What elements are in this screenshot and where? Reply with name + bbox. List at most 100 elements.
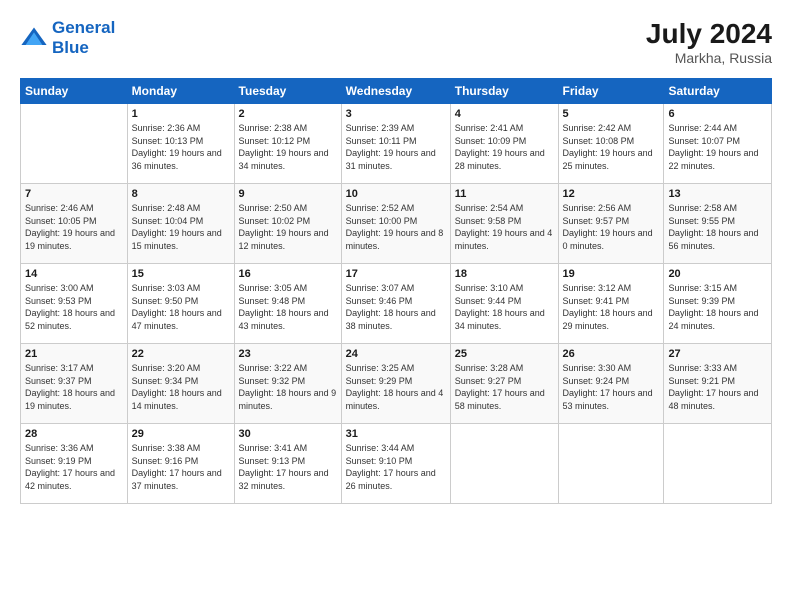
day-number: 2 — [239, 108, 337, 120]
day-number: 28 — [25, 428, 123, 440]
day-cell: 4Sunrise: 2:41 AMSunset: 10:09 PMDayligh… — [450, 104, 558, 184]
day-info: Sunrise: 3:44 AMSunset: 9:10 PMDaylight:… — [346, 442, 446, 492]
day-cell: 23 Sunrise: 3:22 AMSunset: 9:32 PMDayligh… — [234, 344, 341, 424]
day-cell: 31 Sunrise: 3:44 AMSunset: 9:10 PMDayligh… — [341, 424, 450, 504]
logo: General Blue — [20, 18, 115, 57]
day-info: Sunrise: 3:03 AMSunset: 9:50 PMDaylight:… — [132, 282, 230, 332]
title-block: July 2024 Markha, Russia — [646, 18, 772, 66]
day-info: Sunrise: 3:41 AMSunset: 9:13 PMDaylight:… — [239, 442, 337, 492]
day-cell: 26 Sunrise: 3:30 AMSunset: 9:24 PMDayligh… — [558, 344, 664, 424]
day-number: 26 — [563, 348, 660, 360]
day-cell: 29 Sunrise: 3:38 AMSunset: 9:16 PMDayligh… — [127, 424, 234, 504]
day-cell: 13 Sunrise: 2:58 AMSunset: 9:55 PMDayligh… — [664, 184, 772, 264]
day-cell: 28 Sunrise: 3:36 AMSunset: 9:19 PMDayligh… — [21, 424, 128, 504]
day-cell: 25 Sunrise: 3:28 AMSunset: 9:27 PMDayligh… — [450, 344, 558, 424]
day-info: Sunrise: 3:00 AMSunset: 9:53 PMDaylight:… — [25, 282, 123, 332]
week-row-5: 28 Sunrise: 3:36 AMSunset: 9:19 PMDayligh… — [21, 424, 772, 504]
day-info: Sunrise: 3:17 AMSunset: 9:37 PMDaylight:… — [25, 362, 123, 412]
day-info: Sunrise: 2:39 AMSunset: 10:11 PMDaylight… — [346, 122, 446, 172]
day-info: Sunrise: 3:33 AMSunset: 9:21 PMDaylight:… — [668, 362, 767, 412]
page: General Blue July 2024 Markha, Russia Su… — [0, 0, 792, 516]
day-info: Sunrise: 2:42 AMSunset: 10:08 PMDaylight… — [563, 122, 660, 172]
month-year: July 2024 — [646, 18, 772, 50]
week-row-4: 21 Sunrise: 3:17 AMSunset: 9:37 PMDayligh… — [21, 344, 772, 424]
day-number: 31 — [346, 428, 446, 440]
day-number: 1 — [132, 108, 230, 120]
day-cell — [558, 424, 664, 504]
day-cell: 10 Sunrise: 2:52 AMSunset: 10:00 PMDaylig… — [341, 184, 450, 264]
day-info: Sunrise: 3:10 AMSunset: 9:44 PMDaylight:… — [455, 282, 554, 332]
day-info: Sunrise: 2:38 AMSunset: 10:12 PMDaylight… — [239, 122, 337, 172]
logo-icon — [20, 24, 48, 52]
day-info: Sunrise: 3:38 AMSunset: 9:16 PMDaylight:… — [132, 442, 230, 492]
day-info: Sunrise: 3:22 AMSunset: 9:32 PMDaylight:… — [239, 362, 337, 412]
day-number: 9 — [239, 188, 337, 200]
day-number: 17 — [346, 268, 446, 280]
col-header-sunday: Sunday — [21, 79, 128, 104]
day-info: Sunrise: 2:46 AMSunset: 10:05 PMDaylight… — [25, 202, 123, 252]
day-cell: 19 Sunrise: 3:12 AMSunset: 9:41 PMDayligh… — [558, 264, 664, 344]
day-info: Sunrise: 3:05 AMSunset: 9:48 PMDaylight:… — [239, 282, 337, 332]
calendar-table: SundayMondayTuesdayWednesdayThursdayFrid… — [20, 78, 772, 504]
location: Markha, Russia — [646, 50, 772, 66]
logo-text: General Blue — [52, 18, 115, 57]
day-info: Sunrise: 2:44 AMSunset: 10:07 PMDaylight… — [668, 122, 767, 172]
day-number: 3 — [346, 108, 446, 120]
day-number: 21 — [25, 348, 123, 360]
day-info: Sunrise: 3:36 AMSunset: 9:19 PMDaylight:… — [25, 442, 123, 492]
day-number: 30 — [239, 428, 337, 440]
day-cell: 24Sunrise: 3:25 AMSunset: 9:29 PMDayligh… — [341, 344, 450, 424]
day-cell: 1 Sunrise: 2:36 AMSunset: 10:13 PMDayligh… — [127, 104, 234, 184]
day-cell: 18 Sunrise: 3:10 AMSunset: 9:44 PMDayligh… — [450, 264, 558, 344]
day-info: Sunrise: 3:28 AMSunset: 9:27 PMDaylight:… — [455, 362, 554, 412]
day-info: Sunrise: 3:15 AMSunset: 9:39 PMDaylight:… — [668, 282, 767, 332]
day-cell: 2 Sunrise: 2:38 AMSunset: 10:12 PMDayligh… — [234, 104, 341, 184]
day-info: Sunrise: 2:41 AMSunset: 10:09 PMDaylight… — [455, 122, 554, 172]
day-cell: 16 Sunrise: 3:05 AMSunset: 9:48 PMDayligh… — [234, 264, 341, 344]
col-header-wednesday: Wednesday — [341, 79, 450, 104]
day-number: 24 — [346, 348, 446, 360]
day-cell — [450, 424, 558, 504]
week-row-2: 7Sunrise: 2:46 AMSunset: 10:05 PMDayligh… — [21, 184, 772, 264]
day-cell: 6Sunrise: 2:44 AMSunset: 10:07 PMDayligh… — [664, 104, 772, 184]
day-number: 8 — [132, 188, 230, 200]
day-cell: 3 Sunrise: 2:39 AMSunset: 10:11 PMDayligh… — [341, 104, 450, 184]
day-number: 16 — [239, 268, 337, 280]
day-info: Sunrise: 2:56 AMSunset: 9:57 PMDaylight:… — [563, 202, 660, 252]
day-cell: 27 Sunrise: 3:33 AMSunset: 9:21 PMDayligh… — [664, 344, 772, 424]
day-number: 18 — [455, 268, 554, 280]
day-number: 23 — [239, 348, 337, 360]
day-info: Sunrise: 2:36 AMSunset: 10:13 PMDaylight… — [132, 122, 230, 172]
day-number: 20 — [668, 268, 767, 280]
day-cell: 21 Sunrise: 3:17 AMSunset: 9:37 PMDayligh… — [21, 344, 128, 424]
col-header-tuesday: Tuesday — [234, 79, 341, 104]
day-number: 13 — [668, 188, 767, 200]
day-info: Sunrise: 2:48 AMSunset: 10:04 PMDaylight… — [132, 202, 230, 252]
day-number: 11 — [455, 188, 554, 200]
header: General Blue July 2024 Markha, Russia — [20, 18, 772, 66]
day-cell: 22 Sunrise: 3:20 AMSunset: 9:34 PMDayligh… — [127, 344, 234, 424]
day-cell — [664, 424, 772, 504]
day-number: 10 — [346, 188, 446, 200]
day-number: 14 — [25, 268, 123, 280]
day-info: Sunrise: 3:12 AMSunset: 9:41 PMDaylight:… — [563, 282, 660, 332]
day-info: Sunrise: 2:52 AMSunset: 10:00 PMDaylight… — [346, 202, 446, 252]
day-number: 5 — [563, 108, 660, 120]
day-cell: 20 Sunrise: 3:15 AMSunset: 9:39 PMDayligh… — [664, 264, 772, 344]
day-number: 29 — [132, 428, 230, 440]
day-cell: 15 Sunrise: 3:03 AMSunset: 9:50 PMDayligh… — [127, 264, 234, 344]
col-header-monday: Monday — [127, 79, 234, 104]
day-number: 19 — [563, 268, 660, 280]
day-number: 15 — [132, 268, 230, 280]
day-cell: 5 Sunrise: 2:42 AMSunset: 10:08 PMDayligh… — [558, 104, 664, 184]
day-info: Sunrise: 2:54 AMSunset: 9:58 PMDaylight:… — [455, 202, 554, 252]
day-number: 27 — [668, 348, 767, 360]
day-cell: 7Sunrise: 2:46 AMSunset: 10:05 PMDayligh… — [21, 184, 128, 264]
day-info: Sunrise: 3:30 AMSunset: 9:24 PMDaylight:… — [563, 362, 660, 412]
week-row-1: 1 Sunrise: 2:36 AMSunset: 10:13 PMDayligh… — [21, 104, 772, 184]
col-header-thursday: Thursday — [450, 79, 558, 104]
day-info: Sunrise: 2:58 AMSunset: 9:55 PMDaylight:… — [668, 202, 767, 252]
day-number: 25 — [455, 348, 554, 360]
day-number: 22 — [132, 348, 230, 360]
day-info: Sunrise: 3:20 AMSunset: 9:34 PMDaylight:… — [132, 362, 230, 412]
